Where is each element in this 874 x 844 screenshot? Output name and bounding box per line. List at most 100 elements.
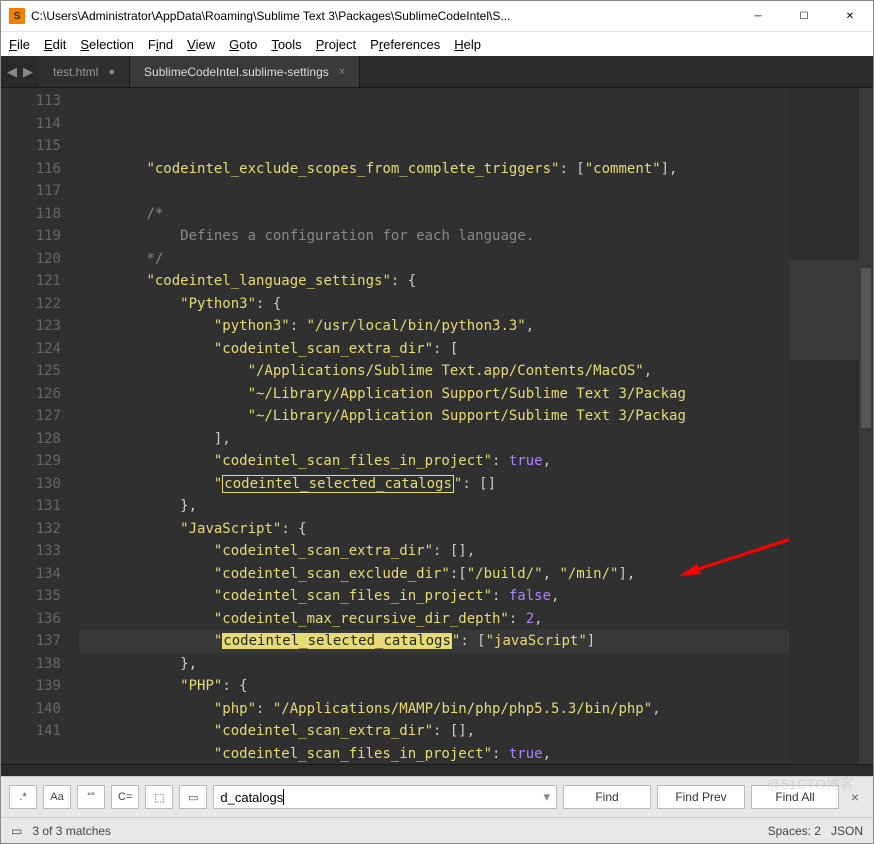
line-number: 133 <box>1 540 61 563</box>
tab-label: test.html <box>53 65 98 79</box>
editor-area: ◀ ▶ test.html ● SublimeCodeIntel.sublime… <box>1 56 873 776</box>
line-number: 132 <box>1 518 61 541</box>
tab-nav-arrows[interactable]: ◀ ▶ <box>1 56 39 87</box>
find-button[interactable]: Find <box>563 785 651 809</box>
code-line[interactable]: "/Applications/Sublime Text.app/Contents… <box>79 360 789 383</box>
line-number: 115 <box>1 135 61 158</box>
find-input-text: d_catalogs <box>220 790 283 805</box>
close-icon[interactable]: × <box>339 66 345 78</box>
status-matches: 3 of 3 matches <box>32 824 111 838</box>
chevron-left-icon[interactable]: ◀ <box>7 64 17 80</box>
tab-label: SublimeCodeIntel.sublime-settings <box>144 65 329 79</box>
code-line[interactable]: */ <box>79 248 789 271</box>
status-spaces[interactable]: Spaces: 2 <box>768 824 821 838</box>
chevron-right-icon[interactable]: ▶ <box>23 64 33 80</box>
line-gutter[interactable]: 1131141151161171181191201211221231241251… <box>1 88 79 764</box>
line-number: 117 <box>1 180 61 203</box>
line-number: 131 <box>1 495 61 518</box>
line-number: 139 <box>1 675 61 698</box>
vertical-scrollbar[interactable] <box>859 88 873 764</box>
find-panel: .* Aa “” C= ⬚ ▭ d_catalogs ▾ Find Find P… <box>1 776 873 817</box>
horizontal-scrollbar[interactable] <box>1 764 873 776</box>
code-line[interactable]: "codeintel_scan_files_in_project": true, <box>79 450 789 473</box>
line-number: 113 <box>1 90 61 113</box>
panel-icon[interactable]: ▭ <box>11 824 22 838</box>
line-number: 122 <box>1 293 61 316</box>
line-number: 134 <box>1 563 61 586</box>
find-wrap-toggle[interactable]: C= <box>111 785 139 809</box>
code-line[interactable]: "~/Library/Application Support/Sublime T… <box>79 405 789 428</box>
find-word-toggle[interactable]: “” <box>77 785 105 809</box>
find-close-button[interactable]: × <box>845 789 865 805</box>
line-number: 116 <box>1 158 61 181</box>
close-icon[interactable]: ● <box>108 66 115 78</box>
menu-selection[interactable]: Selection <box>80 37 133 52</box>
maximize-button[interactable]: ☐ <box>781 1 827 31</box>
code-line[interactable]: "codeintel_scan_extra_dir": [], <box>79 720 789 743</box>
code-line[interactable]: /* <box>79 203 789 226</box>
tabbar: ◀ ▶ test.html ● SublimeCodeIntel.sublime… <box>1 56 873 88</box>
code-line[interactable]: "JavaScript": { <box>79 518 789 541</box>
line-number: 123 <box>1 315 61 338</box>
code-line[interactable]: "Python3": { <box>79 293 789 316</box>
close-button[interactable]: ✕ <box>827 1 873 31</box>
line-number: 121 <box>1 270 61 293</box>
code-line[interactable]: "codeintel_scan_files_in_project": true, <box>79 743 789 765</box>
line-number: 137 <box>1 630 61 653</box>
line-number: 128 <box>1 428 61 451</box>
line-number: 140 <box>1 698 61 721</box>
menu-find[interactable]: Find <box>148 37 173 52</box>
line-number: 118 <box>1 203 61 226</box>
line-number: 124 <box>1 338 61 361</box>
find-case-toggle[interactable]: Aa <box>43 785 71 809</box>
find-regex-toggle[interactable]: .* <box>9 785 37 809</box>
tab-test-html[interactable]: test.html ● <box>39 56 130 87</box>
minimap-viewport[interactable] <box>789 260 859 360</box>
code-line[interactable]: "codeintel_scan_extra_dir": [ <box>79 338 789 361</box>
find-prev-button[interactable]: Find Prev <box>657 785 745 809</box>
line-number: 125 <box>1 360 61 383</box>
find-input[interactable]: d_catalogs ▾ <box>213 785 557 809</box>
window-title: C:\Users\Administrator\AppData\Roaming\S… <box>31 9 735 23</box>
tab-sublime-settings[interactable]: SublimeCodeIntel.sublime-settings × <box>130 56 360 87</box>
line-number: 126 <box>1 383 61 406</box>
scrollbar-thumb[interactable] <box>861 268 871 428</box>
code-line[interactable]: "codeintel_scan_files_in_project": false… <box>79 585 789 608</box>
code-line[interactable]: "codeintel_selected_catalogs": [] <box>79 473 789 496</box>
menu-file[interactable]: File <box>9 37 30 52</box>
find-highlight-toggle[interactable]: ▭ <box>179 785 207 809</box>
code-line[interactable]: "codeintel_scan_extra_dir": [], <box>79 540 789 563</box>
code-line[interactable]: "codeintel_scan_exclude_dir":["/build/",… <box>79 563 789 586</box>
code-line[interactable]: ], <box>79 428 789 451</box>
code-line[interactable] <box>79 180 789 203</box>
code-line[interactable]: }, <box>79 653 789 676</box>
menu-tools[interactable]: Tools <box>271 37 301 52</box>
menu-edit[interactable]: Edit <box>44 37 66 52</box>
code-line[interactable]: Defines a configuration for each languag… <box>79 225 789 248</box>
code-line[interactable]: "~/Library/Application Support/Sublime T… <box>79 383 789 406</box>
code-editor[interactable]: "codeintel_exclude_scopes_from_complete_… <box>79 88 789 764</box>
menu-project[interactable]: Project <box>316 37 356 52</box>
code-line[interactable]: "codeintel_language_settings": { <box>79 270 789 293</box>
find-all-button[interactable]: Find All <box>751 785 839 809</box>
status-syntax[interactable]: JSON <box>831 824 863 838</box>
code-line[interactable]: "PHP": { <box>79 675 789 698</box>
code-line[interactable]: "php": "/Applications/MAMP/bin/php/php5.… <box>79 698 789 721</box>
menu-preferences[interactable]: Preferences <box>370 37 440 52</box>
dropdown-icon[interactable]: ▾ <box>543 789 550 805</box>
line-number: 135 <box>1 585 61 608</box>
minimap[interactable] <box>789 88 859 764</box>
line-number: 119 <box>1 225 61 248</box>
minimize-button[interactable]: ─ <box>735 1 781 31</box>
code-line[interactable]: "python3": "/usr/local/bin/python3.3", <box>79 315 789 338</box>
menu-view[interactable]: View <box>187 37 215 52</box>
code-line[interactable]: }, <box>79 495 789 518</box>
find-in-selection-toggle[interactable]: ⬚ <box>145 785 173 809</box>
code-line[interactable]: "codeintel_exclude_scopes_from_complete_… <box>79 158 789 181</box>
line-number: 127 <box>1 405 61 428</box>
menu-goto[interactable]: Goto <box>229 37 257 52</box>
code-line[interactable]: "codeintel_max_recursive_dir_depth": 2, <box>79 608 789 631</box>
code-line[interactable]: "codeintel_selected_catalogs": ["javaScr… <box>79 630 789 653</box>
line-number: 120 <box>1 248 61 271</box>
menu-help[interactable]: Help <box>454 37 481 52</box>
